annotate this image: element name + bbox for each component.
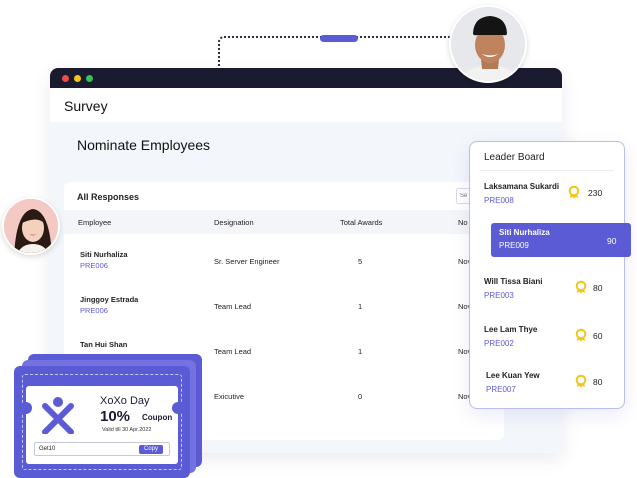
table-row[interactable]: Jinggoy Estrada PRE006 Team Lead 1 Nov	[64, 285, 504, 329]
leader-name: Laksamana Sukardi	[484, 182, 560, 191]
medal-icon	[575, 280, 587, 294]
leader-id: PRE008	[484, 196, 514, 205]
leader-id: PRE003	[484, 291, 514, 300]
coupon-validity: Valid till 30 Apr.2022	[102, 427, 152, 433]
leaderboard-item-highlighted[interactable]: Siti Nurhaliza PRE009 90	[491, 223, 631, 257]
leader-id: PRE009	[499, 241, 529, 250]
medal-icon	[568, 185, 580, 199]
coupon-card[interactable]: XoXo Day 10% Coupon Valid till 30 Apr.20…	[14, 366, 190, 478]
leader-score: 230	[588, 188, 603, 198]
coupon-brand: XoXo Day	[100, 395, 150, 407]
table-header: Employee Designation Total Awards No	[64, 210, 504, 234]
leader-name: Siti Nurhaliza	[499, 228, 550, 237]
leader-score: 80	[593, 283, 603, 293]
coupon-label: Coupon	[142, 413, 173, 422]
table-row[interactable]: Siti Nurhaliza PRE006 Sr. Server Enginee…	[64, 240, 504, 284]
minimize-window-dot[interactable]	[74, 74, 81, 82]
page-title: Nominate Employees	[77, 137, 211, 153]
xoxo-logo-icon	[42, 397, 74, 434]
leader-name: Lee Lam Thye	[484, 325, 538, 334]
medal-icon	[575, 374, 587, 388]
employee-designation: Team Lead	[214, 347, 252, 356]
medal-icon	[575, 328, 587, 342]
leaderboard-item[interactable]: Will Tissa Biani PRE003 80	[470, 277, 626, 317]
employee-id: PRE006	[80, 261, 108, 270]
connector-pill	[320, 35, 358, 42]
employee-designation: Team Lead	[214, 302, 252, 311]
coupon-notch-left	[20, 402, 32, 414]
leaderboard-item[interactable]: Lee Lam Thye PRE002 60	[470, 325, 626, 365]
employee-awards: 1	[358, 347, 363, 356]
column-header-total-awards: Total Awards	[340, 218, 383, 227]
coupon-notch-right	[172, 402, 184, 414]
leader-score: 90	[607, 236, 617, 246]
employee-awards: 1	[358, 302, 363, 311]
leaderboard-divider	[480, 170, 614, 171]
column-header-designation: Designation	[214, 218, 254, 227]
employee-designation: Sr. Server Engineer	[214, 257, 280, 266]
leaderboard-card: Leader Board Laksamana Sukardi PRE008 23…	[469, 141, 625, 409]
employee-awards: 0	[358, 392, 363, 401]
leader-score: 60	[593, 331, 603, 341]
employee-name: Tan Hui Shan	[80, 340, 128, 349]
employee-name: Jinggoy Estrada	[80, 295, 139, 304]
leaderboard-title: Leader Board	[484, 152, 545, 163]
leader-name: Lee Kuan Yew	[486, 371, 540, 380]
copy-button[interactable]: Copy	[139, 445, 163, 454]
coupon-code-field[interactable]: Get10 Copy	[34, 442, 170, 456]
app-title: Survey	[64, 98, 108, 114]
avatar	[2, 197, 60, 255]
close-window-dot[interactable]	[62, 74, 69, 82]
leader-id: PRE002	[484, 339, 514, 348]
employee-name: Siti Nurhaliza	[80, 250, 128, 259]
employee-id: PRE006	[80, 306, 108, 315]
coupon-code: Get10	[39, 446, 56, 452]
coupon-inner-card: XoXo Day 10% Coupon Valid till 30 Apr.20…	[26, 386, 178, 464]
leader-score: 80	[593, 377, 603, 387]
leaderboard-item[interactable]: Lee Kuan Yew PRE007 80	[470, 371, 626, 411]
leader-name: Will Tissa Biani	[484, 277, 543, 286]
responses-title: All Responses	[77, 192, 140, 202]
avatar	[449, 5, 527, 83]
column-header-extra: No	[458, 218, 468, 227]
employee-designation: Exicutive	[214, 392, 245, 401]
employee-awards: 5	[358, 257, 363, 266]
coupon-percent: 10%	[100, 408, 131, 425]
leader-id: PRE007	[486, 385, 516, 394]
column-header-employee: Employee	[78, 218, 112, 227]
leaderboard-item[interactable]: Laksamana Sukardi PRE008 230	[470, 182, 626, 222]
maximize-window-dot[interactable]	[86, 74, 93, 82]
